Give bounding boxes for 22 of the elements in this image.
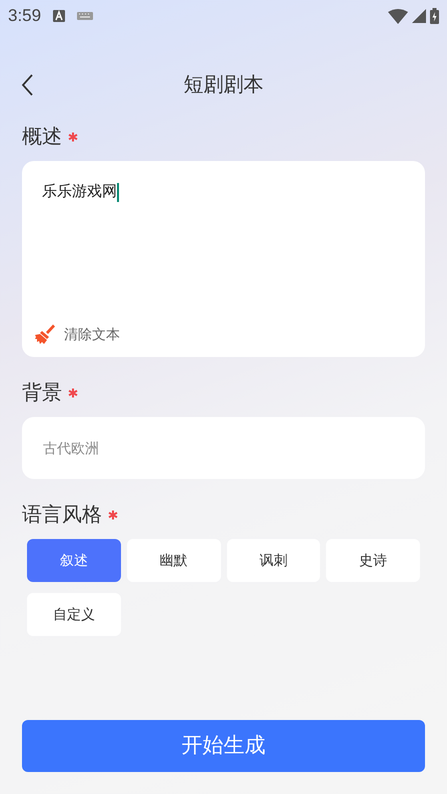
style-option-chip[interactable]: 自定义 xyxy=(27,593,121,636)
page-title: 短剧剧本 xyxy=(184,73,264,98)
wifi-icon xyxy=(388,8,408,24)
keyboard-icon xyxy=(77,12,94,20)
section-label: 概述 xyxy=(22,125,62,150)
background-input-field[interactable]: 古代欧洲 xyxy=(22,417,425,479)
battery-icon xyxy=(430,8,439,24)
section-label: 背景 xyxy=(22,381,62,406)
status-time: 3:59 xyxy=(8,5,42,28)
style-option-chip[interactable]: 讽刺 xyxy=(226,539,320,582)
start-generate-button[interactable]: 开始生成 xyxy=(22,720,425,772)
notification-icon xyxy=(53,10,66,22)
clear-text-button[interactable]: 清除文本 xyxy=(34,323,120,345)
text-cursor xyxy=(117,182,119,202)
overview-text: 乐乐游戏网 xyxy=(42,182,117,202)
style-option-chip[interactable]: 叙述 xyxy=(27,539,121,582)
overview-text-area[interactable]: 乐乐游戏网 清除文本 xyxy=(22,161,425,357)
style-option-chip[interactable]: 幽默 xyxy=(126,539,220,582)
broom-icon xyxy=(34,323,56,345)
section-label: 语言风格 xyxy=(22,503,102,528)
style-option-chip[interactable]: 史诗 xyxy=(326,539,420,582)
signal-icon xyxy=(412,9,426,23)
